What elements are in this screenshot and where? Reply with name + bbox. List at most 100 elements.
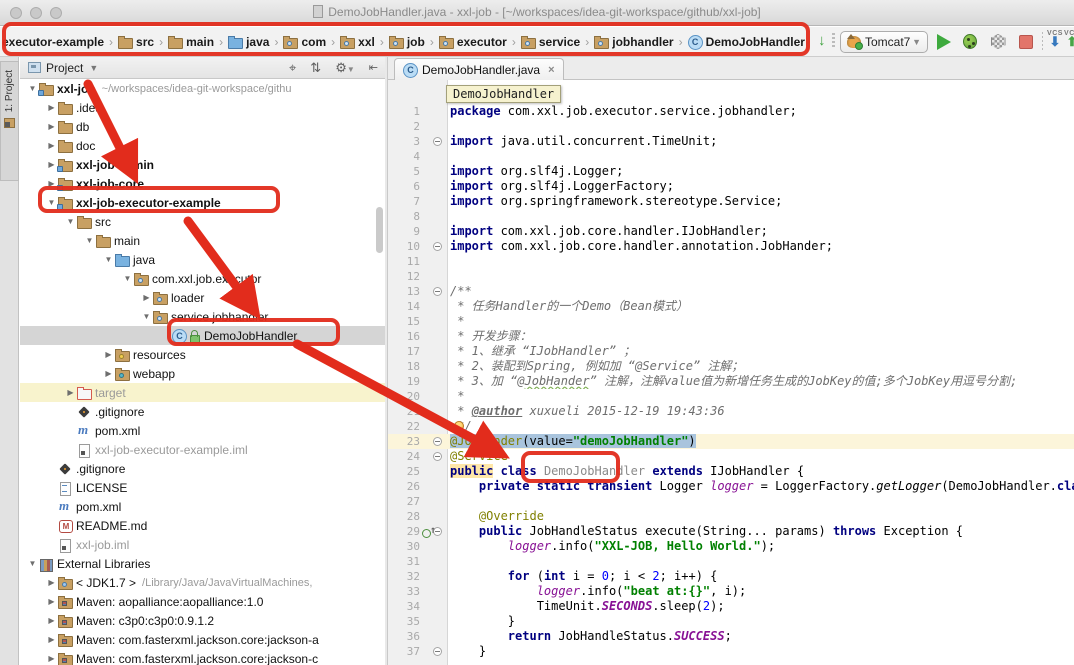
- expand-arrow-icon[interactable]: ▼: [26, 559, 39, 568]
- gutter-line-number[interactable]: 33: [388, 584, 420, 599]
- breadcrumb-item-main[interactable]: main: [168, 35, 214, 49]
- gutter-line-number[interactable]: 2: [388, 119, 420, 134]
- gutter-line-number[interactable]: 23: [388, 434, 420, 449]
- collapse-all-icon[interactable]: ⇅: [310, 60, 321, 76]
- code-line-26[interactable]: private static transient Logger logger =…: [450, 479, 1074, 494]
- code-line-12[interactable]: [450, 269, 1074, 284]
- expand-arrow-icon[interactable]: ▼: [102, 255, 115, 264]
- tree-item-maven-com-fasterxml-jackson-core-jackson-c[interactable]: ▶Maven: com.fasterxml.jackson.core:jacks…: [20, 649, 385, 665]
- gutter-line-number[interactable]: 32: [388, 569, 420, 584]
- code-line-31[interactable]: [450, 554, 1074, 569]
- breadcrumb-item-executor-example[interactable]: executor-example: [2, 35, 104, 49]
- code-editor[interactable]: DemoJobHandler 1package com.xxl.job.exec…: [388, 80, 1074, 665]
- expand-arrow-icon[interactable]: ▼: [64, 217, 77, 226]
- gutter-line-number[interactable]: 1: [388, 104, 420, 119]
- overriding-method-icon[interactable]: [422, 526, 434, 538]
- project-tool-window-tab[interactable]: 1: Project: [0, 61, 19, 181]
- code-line-11[interactable]: [450, 254, 1074, 269]
- code-line-2[interactable]: [450, 119, 1074, 134]
- breadcrumb-item-demojobhandler[interactable]: DemoJobHandler: [688, 35, 805, 49]
- tree-item-src[interactable]: ▼src: [20, 212, 385, 231]
- gutter-line-number[interactable]: 4: [388, 149, 420, 164]
- tree-item-webapp[interactable]: ▶webapp: [20, 364, 385, 383]
- expand-arrow-icon[interactable]: ▶: [45, 597, 58, 606]
- expand-arrow-icon[interactable]: ▶: [64, 388, 77, 397]
- code-line-29[interactable]: public JobHandleStatus execute(String...…: [450, 524, 1074, 539]
- tree-item-xxl-job-admin[interactable]: ▶xxl-job-admin: [20, 155, 385, 174]
- expand-arrow-icon[interactable]: ▶: [140, 293, 153, 302]
- gutter-line-number[interactable]: 22: [388, 419, 420, 434]
- expand-arrow-icon[interactable]: ▼: [83, 236, 96, 245]
- tree-item-jdk1-7[interactable]: ▶< JDK1.7 >/Library/Java/JavaVirtualMach…: [20, 573, 385, 592]
- fold-marker-icon[interactable]: [433, 647, 442, 656]
- code-line-32[interactable]: for (int i = 0; i < 2; i++) {: [450, 569, 1074, 584]
- gutter-line-number[interactable]: 19: [388, 374, 420, 389]
- breadcrumb-item-java[interactable]: java: [228, 35, 269, 49]
- code-line-13[interactable]: /**: [450, 284, 1074, 299]
- tree-item-resources[interactable]: ▶resources: [20, 345, 385, 364]
- tree-item-idea[interactable]: ▶.idea: [20, 98, 385, 117]
- gutter-line-number[interactable]: 29: [388, 524, 420, 539]
- code-line-14[interactable]: * 任务Handler的一个Demo（Bean模式）: [450, 299, 1074, 314]
- code-line-17[interactable]: * 1、继承 “IJobHandler” ；: [450, 344, 1074, 359]
- hide-panel-icon[interactable]: ⇤: [369, 61, 378, 74]
- tree-item-pom-xml[interactable]: pom.xml: [20, 421, 385, 440]
- code-line-34[interactable]: TimeUnit.SECONDS.sleep(2);: [450, 599, 1074, 614]
- gutter-line-number[interactable]: 21: [388, 404, 420, 419]
- code-line-4[interactable]: [450, 149, 1074, 164]
- code-line-27[interactable]: [450, 494, 1074, 509]
- gutter-line-number[interactable]: 10: [388, 239, 420, 254]
- gutter-line-number[interactable]: 12: [388, 269, 420, 284]
- gutter-line-number[interactable]: 37: [388, 644, 420, 659]
- breadcrumb-item-src[interactable]: src: [118, 35, 154, 49]
- gear-icon[interactable]: ⚙▼: [335, 60, 355, 76]
- code-line-30[interactable]: logger.info("XXL-JOB, Hello World.");: [450, 539, 1074, 554]
- expand-arrow-icon[interactable]: ▶: [45, 616, 58, 625]
- gutter-line-number[interactable]: 13: [388, 284, 420, 299]
- code-line-20[interactable]: *: [450, 389, 1074, 404]
- tree-item-external-libraries[interactable]: ▼External Libraries: [20, 554, 385, 573]
- gutter-line-number[interactable]: 5: [388, 164, 420, 179]
- fold-marker-icon[interactable]: [433, 287, 442, 296]
- tree-item-xxl-job-executor-example[interactable]: ▼xxl-job-executor-example: [20, 193, 385, 212]
- gutter-line-number[interactable]: 18: [388, 359, 420, 374]
- fold-marker-icon[interactable]: [433, 437, 442, 446]
- expand-arrow-icon[interactable]: ▶: [102, 369, 115, 378]
- gutter-line-number[interactable]: 16: [388, 329, 420, 344]
- gutter-line-number[interactable]: 11: [388, 254, 420, 269]
- tree-scrollbar-thumb[interactable]: [376, 207, 383, 253]
- tree-item-loader[interactable]: ▶loader: [20, 288, 385, 307]
- code-line-15[interactable]: *: [450, 314, 1074, 329]
- breadcrumb-item-executor[interactable]: executor: [439, 35, 507, 49]
- gutter-line-number[interactable]: 30: [388, 539, 420, 554]
- gutter-line-number[interactable]: 6: [388, 179, 420, 194]
- gutter-line-number[interactable]: 20: [388, 389, 420, 404]
- chevron-down-icon[interactable]: ▼: [89, 63, 98, 73]
- gutter-line-number[interactable]: 7: [388, 194, 420, 209]
- code-line-25[interactable]: public class DemoJobHandler extends IJob…: [450, 464, 1074, 479]
- close-tab-icon[interactable]: ×: [548, 64, 554, 76]
- vcs-commit-button[interactable]: VCS⬆: [1061, 30, 1074, 47]
- expand-arrow-icon[interactable]: ▶: [45, 103, 58, 112]
- code-line-35[interactable]: }: [450, 614, 1074, 629]
- tree-item-db[interactable]: ▶db: [20, 117, 385, 136]
- gutter-line-number[interactable]: 28: [388, 509, 420, 524]
- tree-item-maven-com-fasterxml-jackson-core-jackson-a[interactable]: ▶Maven: com.fasterxml.jackson.core:jacks…: [20, 630, 385, 649]
- tree-item-main[interactable]: ▼main: [20, 231, 385, 250]
- expand-arrow-icon[interactable]: ▼: [140, 312, 153, 321]
- code-line-23[interactable]: @JobHander(value="demoJobHandler"): [450, 434, 1074, 449]
- breadcrumb-item-com[interactable]: com: [283, 35, 326, 49]
- green-down-arrow-icon[interactable]: ↓: [818, 32, 826, 49]
- run-with-coverage-button[interactable]: [988, 33, 1008, 51]
- expand-arrow-icon[interactable]: ▶: [45, 122, 58, 131]
- code-line-18[interactable]: * 2、装配到Spring, 例如加 “@Service” 注解；: [450, 359, 1074, 374]
- tree-item-demojobhandler[interactable]: DemoJobHandler: [20, 326, 385, 345]
- gutter-line-number[interactable]: 3: [388, 134, 420, 149]
- code-line-33[interactable]: logger.info("beat at:{}", i);: [450, 584, 1074, 599]
- breadcrumb-item-job[interactable]: job: [389, 35, 425, 49]
- gutter-line-number[interactable]: 14: [388, 299, 420, 314]
- expand-arrow-icon[interactable]: ▼: [121, 274, 134, 283]
- code-line-28[interactable]: @Override: [450, 509, 1074, 524]
- code-line-22[interactable]: */: [450, 419, 1074, 434]
- gutter-line-number[interactable]: 8: [388, 209, 420, 224]
